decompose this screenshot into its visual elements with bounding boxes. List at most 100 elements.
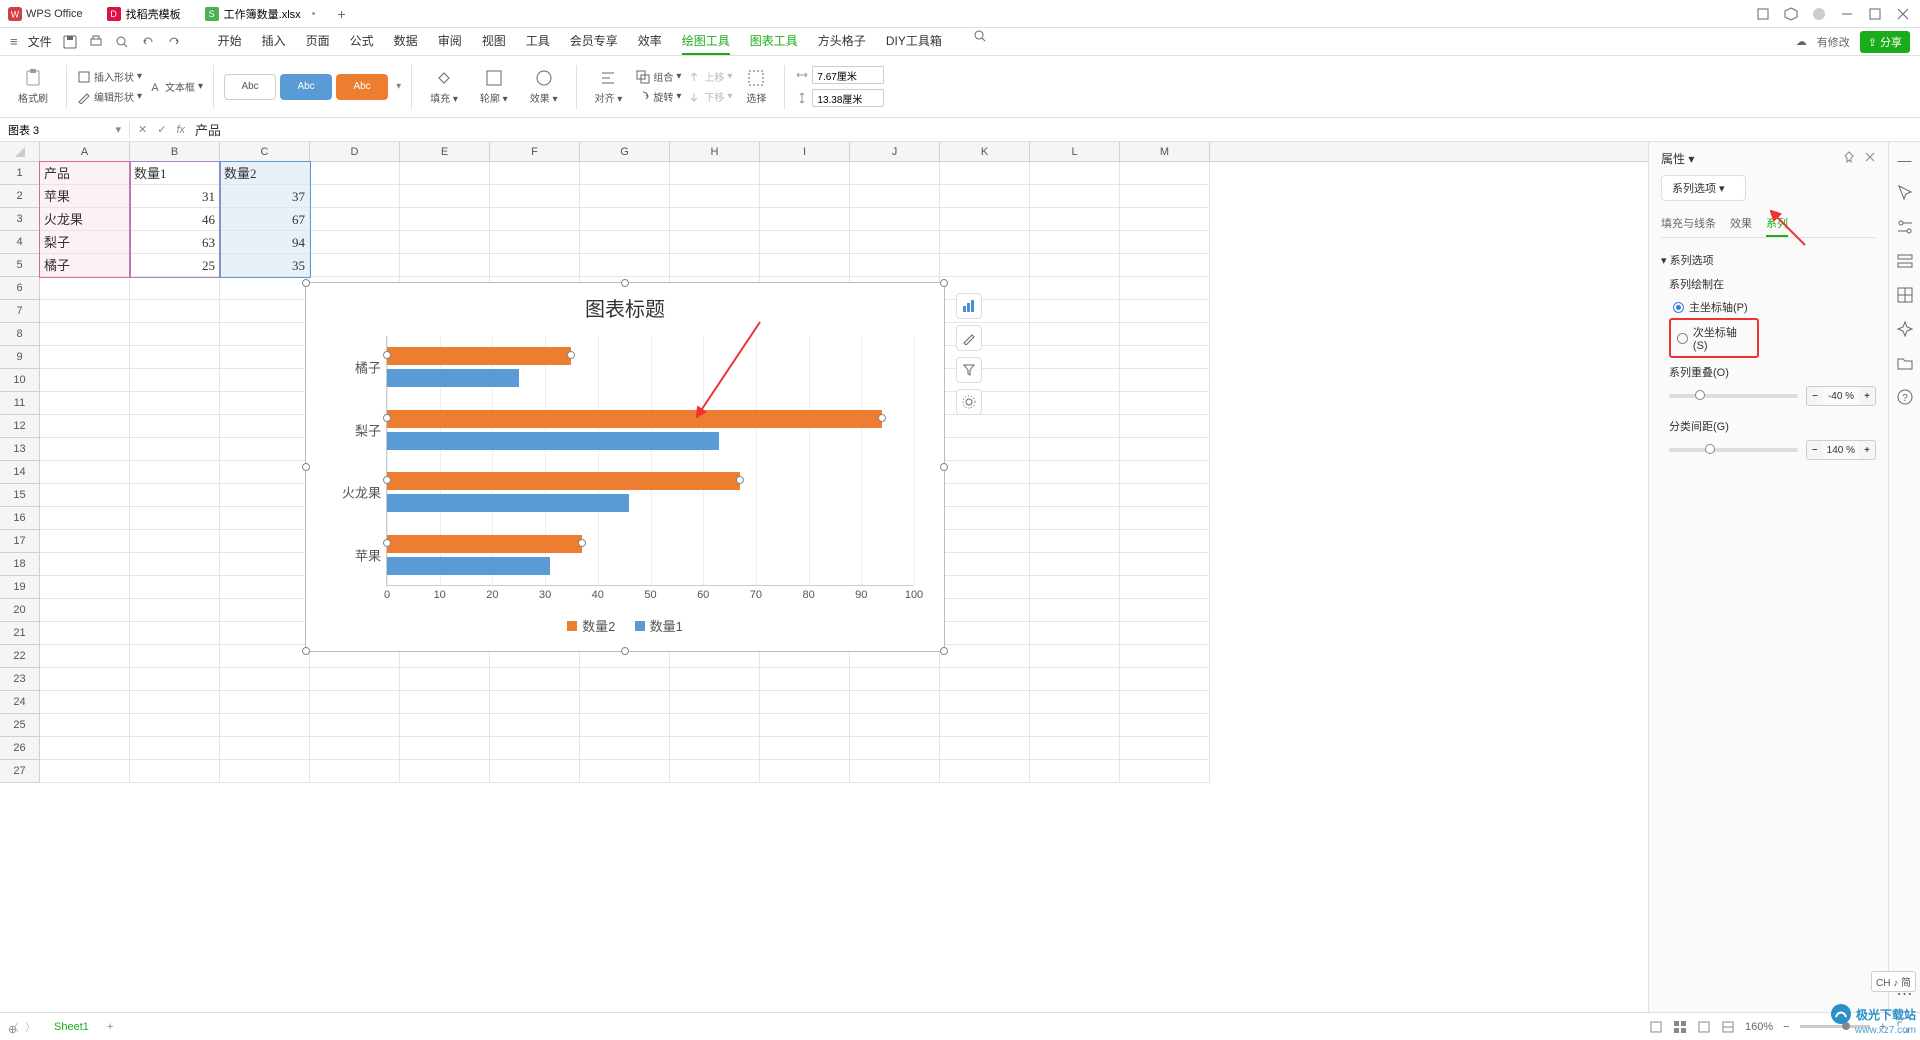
cell[interactable] (220, 645, 310, 668)
cell[interactable] (940, 438, 1030, 461)
cell[interactable] (1030, 254, 1120, 277)
row-header[interactable]: 8 (0, 323, 40, 346)
menu-tab-insert[interactable]: 插入 (262, 28, 286, 55)
cell[interactable] (670, 254, 760, 277)
cell[interactable] (1120, 714, 1210, 737)
overlap-slider[interactable] (1669, 394, 1798, 398)
cell[interactable] (1030, 415, 1120, 438)
cell[interactable] (1120, 185, 1210, 208)
col-header[interactable]: D (310, 142, 400, 161)
row-header[interactable]: 5 (0, 254, 40, 277)
search-icon[interactable] (972, 28, 988, 44)
cell[interactable] (220, 300, 310, 323)
outline-menu[interactable]: 轮廓 ▾ (472, 59, 516, 115)
align-menu[interactable]: 对齐 ▾ (587, 59, 631, 115)
cell[interactable] (940, 691, 1030, 714)
sparkle-tool-icon[interactable] (1896, 320, 1914, 338)
hamburger-icon[interactable]: ≡ (10, 34, 18, 49)
radio-secondary-axis[interactable]: 次坐标轴(S) (1669, 318, 1759, 358)
cell[interactable] (940, 507, 1030, 530)
menu-tab-chart-tools[interactable]: 图表工具 (750, 28, 798, 55)
style-1[interactable]: Abc (224, 74, 276, 100)
cell[interactable] (400, 162, 490, 185)
minimize-icon[interactable] (1840, 7, 1854, 21)
row-header[interactable]: 3 (0, 208, 40, 231)
cell[interactable] (220, 599, 310, 622)
cell[interactable] (490, 691, 580, 714)
chart-title[interactable]: 图表标题 (306, 283, 944, 326)
sheet-tab[interactable]: Sheet1 (42, 1017, 101, 1037)
cell[interactable] (130, 323, 220, 346)
bar-series[interactable] (387, 410, 882, 428)
cell[interactable] (580, 737, 670, 760)
cell[interactable] (580, 714, 670, 737)
cell[interactable] (490, 185, 580, 208)
cell[interactable] (130, 622, 220, 645)
cell[interactable] (940, 162, 1030, 185)
resize-handle[interactable] (302, 463, 310, 471)
row-header[interactable]: 1 (0, 162, 40, 185)
cell[interactable] (220, 484, 310, 507)
cell[interactable] (1120, 346, 1210, 369)
resize-handle[interactable] (302, 647, 310, 655)
cell[interactable] (310, 714, 400, 737)
cell[interactable] (940, 208, 1030, 231)
cell[interactable]: 数量1 (130, 162, 220, 185)
cell[interactable] (940, 231, 1030, 254)
cell[interactable] (670, 668, 760, 691)
resize-handle[interactable] (940, 279, 948, 287)
cell[interactable]: 梨子 (40, 231, 130, 254)
cell[interactable] (220, 346, 310, 369)
cell[interactable] (40, 553, 130, 576)
gap-spinner[interactable]: −140 %+ (1806, 440, 1876, 460)
insert-shape[interactable]: 插入形状 ▾ (77, 68, 142, 85)
cell[interactable] (850, 668, 940, 691)
cell[interactable] (1120, 438, 1210, 461)
grid-tool-icon[interactable] (1896, 286, 1914, 304)
cell[interactable] (1120, 392, 1210, 415)
col-header[interactable]: M (1120, 142, 1210, 161)
cell[interactable] (1030, 645, 1120, 668)
col-header[interactable]: I (760, 142, 850, 161)
cell[interactable] (1030, 346, 1120, 369)
cell[interactable] (1120, 599, 1210, 622)
cell[interactable] (580, 760, 670, 783)
cell[interactable] (850, 231, 940, 254)
resize-handle[interactable] (940, 647, 948, 655)
cell[interactable] (1030, 208, 1120, 231)
row-header[interactable]: 10 (0, 369, 40, 392)
cell[interactable] (310, 162, 400, 185)
cell[interactable]: 46 (130, 208, 220, 231)
row-header[interactable]: 26 (0, 737, 40, 760)
cell[interactable] (760, 691, 850, 714)
chart-style-button[interactable] (956, 325, 982, 351)
cell[interactable] (580, 668, 670, 691)
cell[interactable] (40, 507, 130, 530)
style-3[interactable]: Abc (336, 74, 388, 100)
style-more[interactable]: ▾ (396, 81, 401, 92)
cancel-icon[interactable]: ✕ (138, 123, 147, 136)
col-header[interactable]: G (580, 142, 670, 161)
bar-series[interactable] (387, 432, 719, 450)
tab-templates[interactable]: D 找稻壳模板 (97, 1, 191, 27)
cell[interactable] (130, 507, 220, 530)
style-2[interactable]: Abc (280, 74, 332, 100)
cell[interactable] (310, 760, 400, 783)
cell[interactable] (1120, 484, 1210, 507)
select-pane[interactable]: 选择 (738, 59, 774, 115)
cell[interactable] (40, 576, 130, 599)
cell[interactable] (1120, 461, 1210, 484)
cell[interactable] (940, 323, 1030, 346)
row-header[interactable]: 25 (0, 714, 40, 737)
row-header[interactable]: 9 (0, 346, 40, 369)
cell[interactable] (940, 599, 1030, 622)
row-header[interactable]: 20 (0, 599, 40, 622)
cell[interactable] (1120, 162, 1210, 185)
tab-workbook[interactable]: S 工作簿数量.xlsx • (195, 1, 326, 27)
status-icon-1[interactable] (1649, 1020, 1663, 1034)
cell[interactable] (130, 691, 220, 714)
cell[interactable] (1120, 622, 1210, 645)
col-header[interactable]: C (220, 142, 310, 161)
file-menu[interactable]: 文件 (28, 33, 52, 50)
resize-handle[interactable] (621, 279, 629, 287)
